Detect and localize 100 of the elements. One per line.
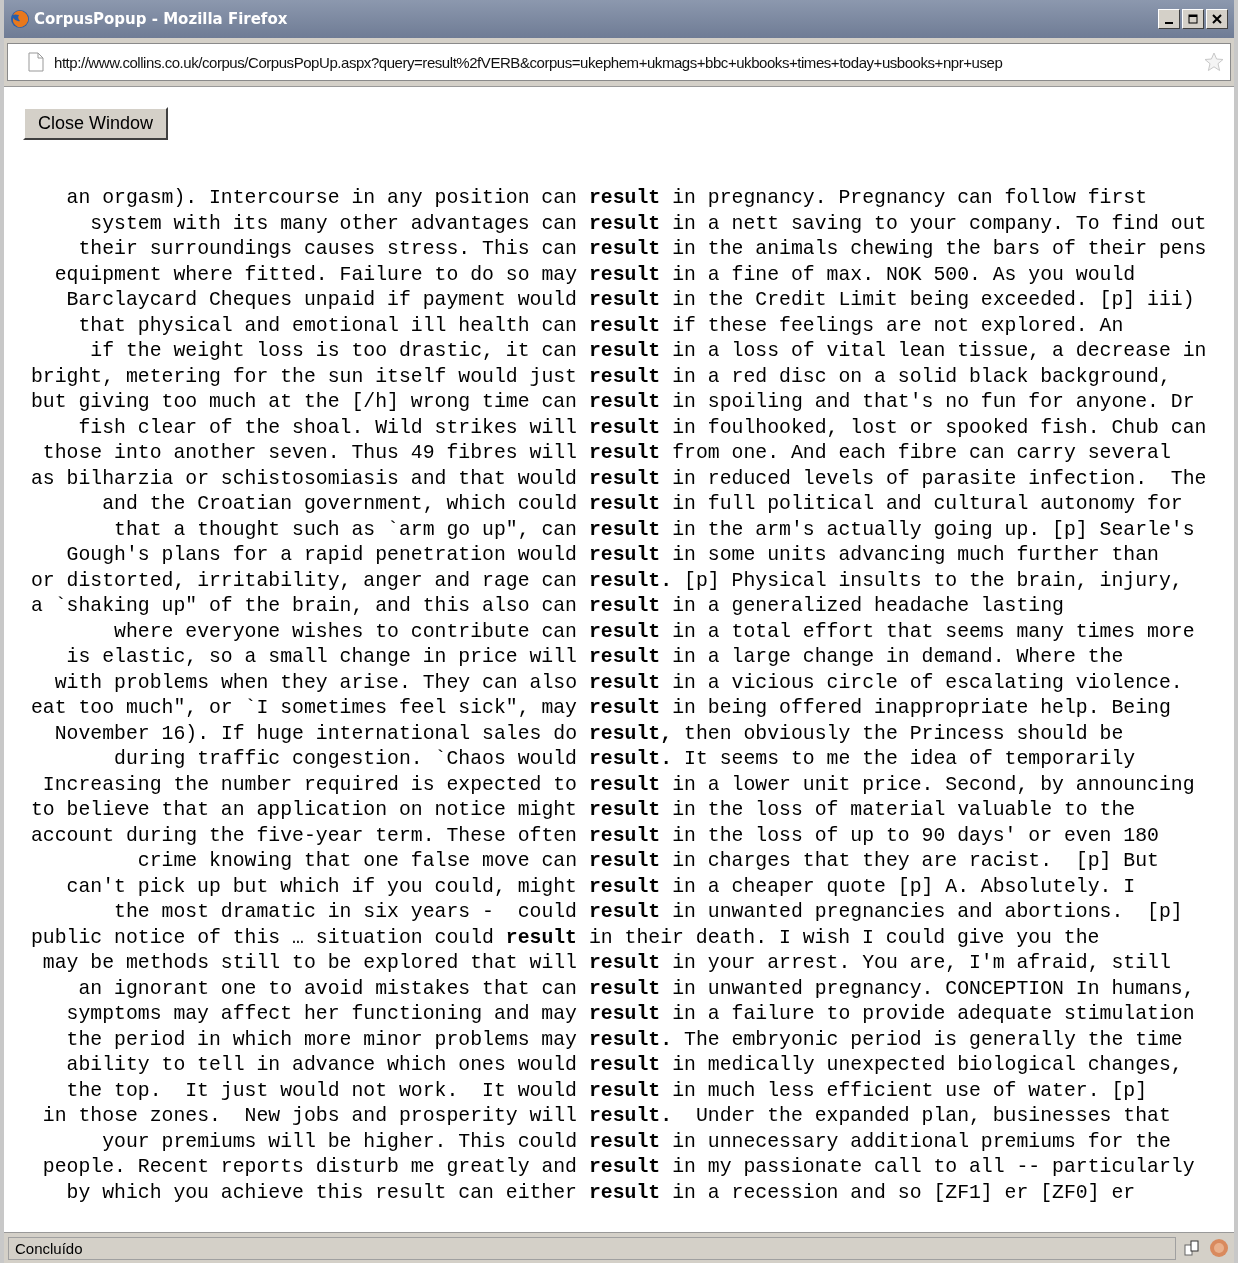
right-context: in a vicious circle of escalating violence. — [672, 670, 1183, 696]
left-context: the period in which more minor problems may — [66, 1027, 577, 1053]
page-icon — [28, 52, 44, 72]
left-context: their surroundings causes stress. This can — [78, 237, 577, 262]
right-context: in much less efficient use of water. [p] — [672, 1078, 1148, 1104]
left-context: and the Croatian government, which could — [102, 492, 577, 517]
right-context: in a large change in demand. Where the — [672, 645, 1124, 670]
keyword: result — [589, 237, 661, 262]
maximize-icon — [1188, 14, 1198, 24]
right-context: in a lower unit price. Second, by announcing — [672, 772, 1195, 798]
keyword: result — [589, 696, 661, 721]
right-context: in a recession and so [ZF1] er [ZF0] er — [672, 1180, 1136, 1206]
keyword: result. — [589, 568, 673, 594]
keyword: result — [589, 262, 661, 288]
right-context: in unnecessary additional premiums for the — [672, 1129, 1171, 1155]
right-context: if these feelings are not explored. An — [672, 313, 1124, 339]
left-context: the most dramatic in six years - could — [114, 900, 577, 925]
pages-icon[interactable] — [1182, 1238, 1202, 1258]
left-context: symptoms may affect her functioning and may — [66, 1002, 577, 1027]
keyword: result — [589, 186, 661, 211]
left-context: your premiums will be higher. This could — [102, 1129, 577, 1155]
keyword: result — [589, 772, 661, 798]
left-context: Gough's plans for a rapid penetration would — [66, 543, 577, 568]
left-context: Barclaycard Cheques unpaid if payment would — [66, 288, 577, 313]
keyword: result, — [589, 721, 673, 747]
right-context: in full political and cultural autonomy for — [672, 492, 1183, 517]
address-bar[interactable]: http://www.collins.co.uk/corpus/CorpusPopUp.aspx?query=result%2fVERB&corpus=ukephem+ukmags+bbc+ukbooks+times+today+usbooks+npr+usep — [7, 43, 1231, 81]
left-context: as bilharzia or schistosomiasis and that would — [30, 466, 577, 492]
keyword: result — [589, 517, 661, 543]
close-window-button[interactable]: Close Window — [23, 107, 169, 140]
keyword: result — [589, 543, 661, 568]
browser-logo-icon — [10, 9, 30, 29]
left-context: where everyone wishes to contribute can — [114, 619, 577, 645]
close-button[interactable] — [1206, 9, 1228, 29]
keyword: result — [589, 1129, 661, 1155]
right-context: in spoiling and that's no fun for anyone. Dr — [672, 390, 1195, 415]
right-context: It seems to me the idea of temporarily — [684, 747, 1136, 772]
right-context: in a loss of vital lean tissue, a decrease in — [672, 339, 1207, 364]
right-context: in medically unexpected biological changes, — [672, 1053, 1183, 1078]
keyword: result — [589, 849, 661, 874]
maximize-button[interactable] — [1182, 9, 1204, 29]
left-context: people. Recent reports disturb me greatly and — [42, 1155, 577, 1180]
left-context: ability to tell in advance which ones would — [66, 1053, 577, 1078]
right-context: Under the expanded plan, businesses that — [694, 1104, 1171, 1129]
left-context: eat too much", or `I sometimes feel sick", may — [30, 696, 577, 721]
right-context: in pregnancy. Pregnancy can follow first — [672, 186, 1148, 211]
left-context: fish clear of the shoal. Wild strikes will — [78, 415, 577, 441]
left-context: public notice of this … situation could result — [30, 925, 577, 951]
right-context: in a nett saving to your company. To find out — [672, 211, 1207, 237]
left-context: equipment where fitted. Failure to do so may — [54, 262, 577, 288]
left-context: may be methods still to be explored that will — [42, 951, 577, 976]
left-context: that a thought such as `arm go up", can — [114, 517, 577, 543]
keyword: result — [589, 1053, 661, 1078]
left-context: crime knowing that one false move can — [137, 849, 577, 874]
left-context: is elastic, so a small change in price will — [66, 645, 577, 670]
right-context: in a failure to provide adequate stimulation — [672, 1002, 1195, 1027]
left-context: November 16). If huge international sales do — [54, 721, 577, 747]
keyword: result — [589, 951, 661, 976]
right-context: in their death. I wish I could give you the — [589, 925, 1100, 951]
right-context: in my passionate call to all -- particularly — [672, 1155, 1195, 1180]
keyword: result — [589, 619, 661, 645]
right-context: in the loss of up to 90 days' or even 180 — [672, 823, 1159, 849]
left-context: those into another seven. Thus 49 fibres will — [42, 441, 577, 466]
keyword: result — [589, 1155, 661, 1180]
left-context: if the weight loss is too drastic, it can — [90, 339, 577, 364]
right-context: from one. And each fibre can carry several — [672, 441, 1171, 466]
right-context: in your arrest. You are, I'm afraid, still — [672, 951, 1171, 976]
right-context: The embryonic period is generally the time — [684, 1027, 1183, 1053]
minimize-icon — [1165, 22, 1173, 24]
keyword: result — [589, 492, 661, 517]
right-context: in foulhooked, lost or spooked fish. Chub can — [672, 415, 1207, 441]
left-context: an ignorant one to avoid mistakes that can — [78, 976, 577, 1002]
keyword: result — [589, 288, 661, 313]
right-context: in a red disc on a solid black background, — [672, 364, 1171, 390]
keyword: result — [589, 900, 661, 925]
left-context: or distorted, irritability, anger and rage can — [30, 568, 577, 594]
star-icon[interactable] — [1204, 52, 1224, 72]
right-context: in charges that they are racist. [p] But — [672, 849, 1159, 874]
right-context: in the Credit Limit being exceeded. [p] iii) — [672, 288, 1195, 313]
left-context: the top. It just would not work. It would — [66, 1078, 577, 1104]
left-context: with problems when they arise. They can also — [54, 670, 577, 696]
right-context: [p] Physical insults to the brain, injury, — [684, 568, 1183, 594]
right-context: in unwanted pregnancy. CONCEPTION In humans, — [672, 976, 1195, 1002]
right-context: in unwanted pregnancies and abortions. [p] — [672, 900, 1183, 925]
minimize-button[interactable] — [1158, 9, 1180, 29]
keyword: result — [589, 1078, 661, 1104]
keyword: result — [589, 441, 661, 466]
keyword: result — [589, 339, 661, 364]
close-icon — [1212, 14, 1222, 24]
keyword: result — [589, 1002, 661, 1027]
left-context: to believe that an application on notice might — [30, 798, 577, 823]
keyword: result — [589, 874, 661, 900]
right-context: in the loss of material valuable to the — [672, 798, 1136, 823]
window-title: CorpusPopup - Mozilla Firefox — [34, 10, 288, 28]
keyword: result — [589, 976, 661, 1002]
keyword: result — [589, 390, 661, 415]
right-context: then obviously the Princess should be — [684, 721, 1124, 747]
keyword: result — [589, 670, 661, 696]
keyword: result. — [589, 1104, 673, 1129]
keyword: result — [589, 798, 661, 823]
